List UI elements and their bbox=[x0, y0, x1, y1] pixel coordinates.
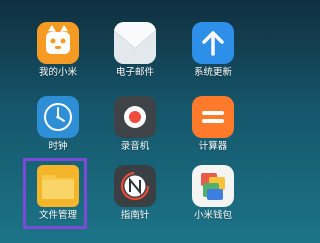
app-label: 小米钱包 bbox=[193, 210, 232, 221]
app-label: 系统更新 bbox=[193, 67, 232, 78]
wallet-icon bbox=[192, 165, 234, 207]
app-label: 电子邮件 bbox=[115, 67, 154, 78]
app-mi-wallet[interactable]: 小米钱包 bbox=[173, 165, 253, 243]
app-system-update[interactable]: 系统更新 bbox=[173, 22, 253, 100]
calculator-icon bbox=[192, 96, 234, 138]
app-label: 我的小米 bbox=[38, 67, 77, 78]
app-calculator[interactable]: 计算器 bbox=[173, 96, 253, 174]
email-envelope-icon bbox=[114, 22, 156, 64]
app-compass[interactable]: 指南针 bbox=[95, 165, 175, 243]
app-recorder[interactable]: 录音机 bbox=[95, 96, 175, 174]
app-label: 时钟 bbox=[48, 141, 68, 152]
recorder-icon bbox=[114, 96, 156, 138]
update-arrow-icon bbox=[192, 22, 234, 64]
clock-icon bbox=[37, 96, 79, 138]
selection-highlight bbox=[23, 158, 87, 229]
app-label: 计算器 bbox=[198, 141, 228, 152]
mi-bunny-icon bbox=[37, 22, 79, 64]
app-email[interactable]: 电子邮件 bbox=[95, 22, 175, 100]
compass-icon bbox=[114, 165, 156, 207]
app-label: 录音机 bbox=[120, 141, 150, 152]
app-label: 指南针 bbox=[120, 210, 150, 221]
app-my-xiaomi[interactable]: 我的小米 bbox=[18, 22, 98, 100]
